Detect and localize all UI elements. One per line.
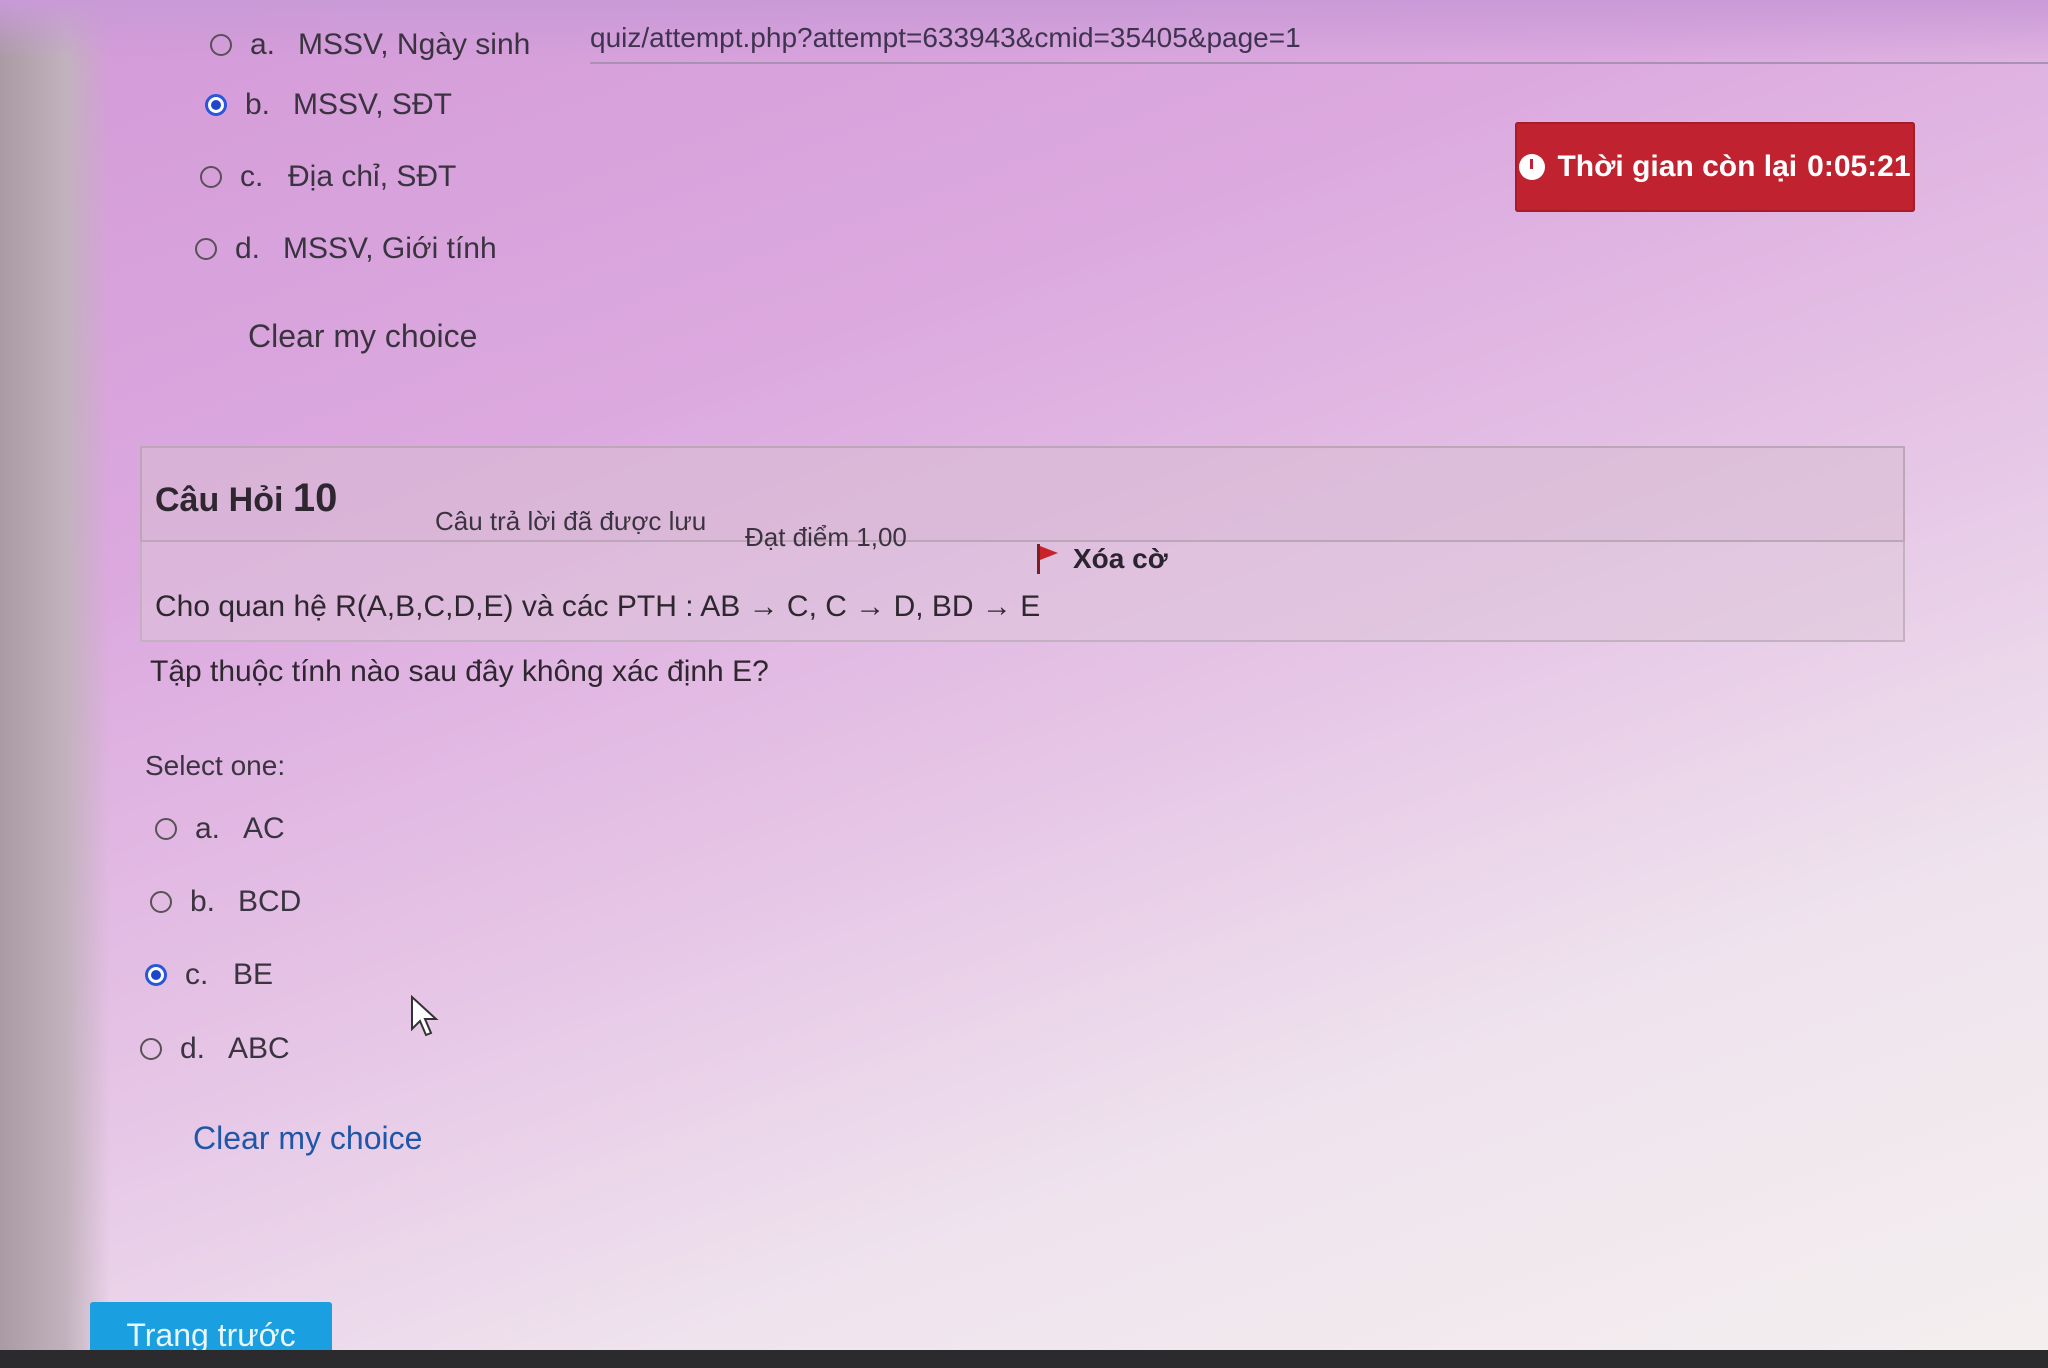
radio-button[interactable] bbox=[150, 891, 172, 913]
option-letter: d. bbox=[180, 1032, 206, 1065]
option-text: MSSV, Ngày sinh bbox=[298, 28, 531, 61]
q9-option-b[interactable]: b. MSSV, SĐT bbox=[205, 88, 452, 122]
question-title: Câu Hỏi 10 bbox=[155, 476, 337, 521]
q10-option-d[interactable]: d. ABC bbox=[140, 1032, 290, 1066]
q9-option-c[interactable]: c. Địa chỉ, SĐT bbox=[200, 160, 456, 194]
option-text: Địa chỉ, SĐT bbox=[288, 160, 457, 193]
option-letter: a. bbox=[250, 28, 276, 61]
option-letter: c. bbox=[185, 958, 209, 991]
q10-option-c[interactable]: c. BE bbox=[145, 958, 273, 992]
question-grade: Đạt điểm 1,00 bbox=[745, 522, 907, 552]
q10-option-a[interactable]: a. AC bbox=[155, 812, 285, 846]
option-letter: b. bbox=[245, 88, 271, 121]
radio-button[interactable] bbox=[195, 238, 217, 260]
question-text-line2: Tập thuộc tính nào sau đây không xác địn… bbox=[150, 655, 769, 688]
mouse-cursor-icon bbox=[411, 995, 439, 1037]
radio-button[interactable] bbox=[155, 818, 177, 840]
option-letter: b. bbox=[190, 885, 216, 918]
question-number: 10 bbox=[292, 476, 338, 520]
q9-option-d[interactable]: d. MSSV, Giới tính bbox=[195, 232, 497, 266]
option-text: BCD bbox=[238, 885, 302, 918]
option-text: ABC bbox=[228, 1032, 290, 1065]
radio-button-selected[interactable] bbox=[205, 94, 227, 116]
option-text: MSSV, SĐT bbox=[293, 88, 452, 121]
question-state: Câu trả lời đã được lưu bbox=[435, 506, 707, 536]
radio-button-selected[interactable] bbox=[145, 964, 167, 986]
option-letter: c. bbox=[240, 160, 264, 193]
remove-flag-button[interactable]: Xóa cờ bbox=[1035, 543, 1168, 575]
option-letter: a. bbox=[195, 812, 221, 845]
question-info-bar bbox=[140, 446, 1905, 542]
option-text: BE bbox=[233, 958, 274, 991]
q10-clear-choice-link[interactable]: Clear my choice bbox=[193, 1120, 422, 1157]
clock-icon bbox=[1519, 154, 1546, 180]
question-text-line1: Cho quan hệ R(A,B,C,D,E) và các PTH : AB… bbox=[155, 590, 1041, 623]
timer-value: 0:05:21 bbox=[1807, 150, 1911, 183]
option-text: MSSV, Giới tính bbox=[283, 232, 497, 265]
question-title-label: Câu Hỏi bbox=[155, 481, 284, 519]
radio-button[interactable] bbox=[140, 1038, 162, 1060]
q10-option-b[interactable]: b. BCD bbox=[150, 885, 301, 919]
radio-button[interactable] bbox=[200, 166, 222, 188]
option-text: AC bbox=[243, 812, 285, 845]
address-bar-url[interactable]: quiz/attempt.php?attempt=633943&cmid=354… bbox=[590, 22, 1301, 54]
radio-button[interactable] bbox=[210, 34, 232, 56]
screen-bezel-left bbox=[0, 0, 110, 1368]
q9-option-a[interactable]: a. MSSV, Ngày sinh bbox=[210, 28, 530, 62]
quiz-timer: Thời gian còn lại 0:05:21 bbox=[1515, 122, 1915, 212]
select-one-label: Select one: bbox=[145, 750, 286, 781]
timer-label: Thời gian còn lại bbox=[1557, 150, 1798, 183]
flag-icon bbox=[1035, 544, 1059, 574]
address-bar-divider bbox=[590, 62, 2048, 64]
flag-label: Xóa cờ bbox=[1073, 543, 1168, 574]
q9-clear-choice-link[interactable]: Clear my choice bbox=[248, 318, 477, 355]
option-letter: d. bbox=[235, 232, 261, 265]
screen-bezel-bottom bbox=[0, 1350, 2048, 1368]
